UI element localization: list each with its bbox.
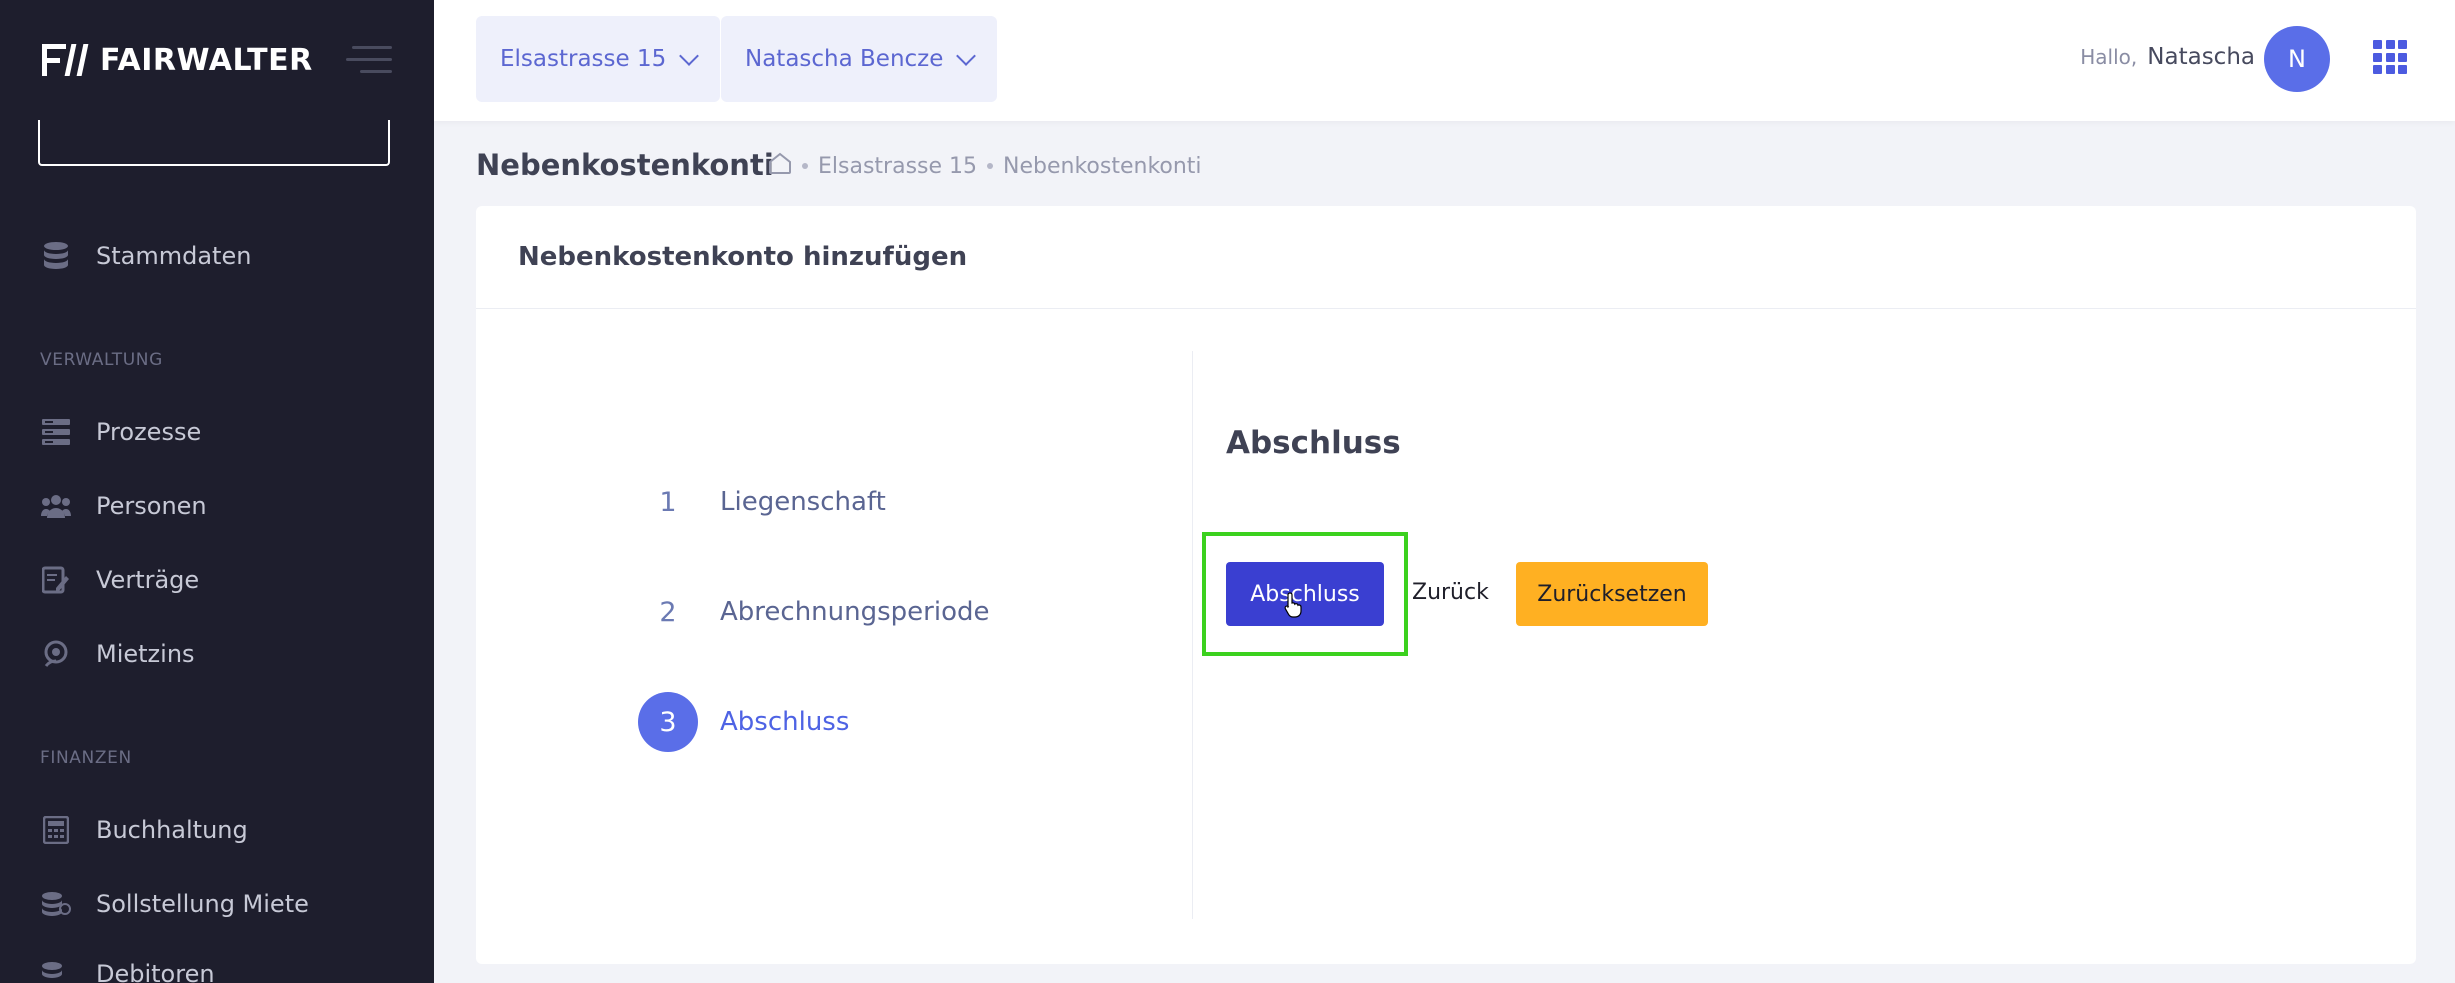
sidebar-item-label: Buchhaltung (96, 816, 248, 844)
property-select[interactable]: Elsastrasse 15 (476, 16, 721, 102)
coins-icon (40, 888, 72, 920)
property-select-label: Elsastrasse 15 (500, 46, 667, 72)
step-label: Abschluss (720, 707, 850, 737)
sidebar-item-mietzins[interactable]: Mietzins (40, 638, 195, 670)
sidebar-toggle-icon[interactable] (346, 44, 392, 76)
database-icon (40, 240, 72, 272)
wizard-step-abrechnungsperiode[interactable]: 2 Abrechnungsperiode (638, 582, 989, 642)
sidebar-item-vertraege[interactable]: Verträge (40, 564, 199, 596)
greeting-text: Hallo, (2080, 45, 2138, 69)
calculator-icon (40, 814, 72, 846)
sidebar-item-label: Verträge (96, 566, 200, 594)
top-header: Elsastrasse 15 Natascha Bencze Hallo, Na… (434, 0, 2455, 121)
sidebar-item-label: Debitoren (96, 960, 215, 983)
user-select-label: Natascha Bencze (745, 46, 944, 72)
sidebar: FAIRWALTER Stammdaten VERWALTUNG Prozess… (0, 0, 434, 983)
breadcrumb-separator (802, 163, 808, 169)
card-title: Nebenkostenkonto hinzufügen (518, 242, 968, 272)
hand-cursor-icon (1284, 592, 1304, 618)
coins-icon (40, 958, 72, 983)
sidebar-item-label: Personen (96, 492, 207, 520)
breadcrumb: Elsastrasse 15 Nebenkostenkonti (768, 152, 1202, 180)
sidebar-item-label: Sollstellung Miete (96, 890, 309, 918)
user-greeting[interactable]: Hallo, Natascha (2080, 44, 2255, 70)
submit-button[interactable]: Abschluss (1226, 562, 1384, 626)
step-label: Abrechnungsperiode (720, 597, 990, 627)
reset-button[interactable]: Zurücksetzen (1516, 562, 1708, 626)
fairwalter-logo-icon (42, 42, 92, 78)
people-icon (40, 490, 72, 522)
wizard-step-abschluss[interactable]: 3 Abschluss (638, 692, 849, 752)
brand-logo[interactable]: FAIRWALTER (42, 42, 313, 78)
user-select[interactable]: Natascha Bencze (721, 16, 998, 102)
step-label: Liegenschaft (720, 487, 886, 517)
sidebar-item-prozesse[interactable]: Prozesse (40, 416, 201, 448)
contract-icon (40, 564, 72, 596)
step-number: 2 (659, 596, 677, 628)
page-title: Nebenkostenkonti (476, 148, 774, 182)
wizard-divider (1192, 351, 1193, 919)
sidebar-item-label: Prozesse (96, 418, 202, 446)
rent-icon (40, 638, 72, 670)
avatar[interactable]: N (2264, 26, 2330, 92)
breadcrumb-item[interactable]: Nebenkostenkonti (1003, 154, 1202, 179)
home-icon[interactable] (768, 152, 792, 180)
step-number: 3 (638, 692, 698, 752)
wizard-step-liegenschaft[interactable]: 1 Liegenschaft (638, 472, 886, 532)
sidebar-section-verwaltung: VERWALTUNG (40, 350, 163, 370)
breadcrumb-separator (987, 163, 994, 169)
chevron-down-icon (956, 46, 977, 66)
sidebar-section-finanzen: FINANZEN (40, 748, 132, 768)
sidebar-item-sollstellung-miete[interactable]: Sollstellung Miete (40, 888, 309, 920)
sidebar-item-personen[interactable]: Personen (40, 490, 207, 522)
card-header: Nebenkostenkonto hinzufügen (476, 206, 2416, 309)
back-button[interactable]: Zurück (1412, 580, 1489, 605)
sidebar-item-buchhaltung[interactable]: Buchhaltung (40, 814, 248, 846)
chevron-down-icon (679, 46, 700, 66)
wizard-card: Nebenkostenkonto hinzufügen 1 Liegenscha… (476, 206, 2416, 964)
sidebar-item-debitoren[interactable]: Debitoren (40, 958, 215, 983)
step-section-title: Abschluss (1226, 425, 1401, 461)
sidebar-item-label: Stammdaten (96, 242, 252, 270)
apps-grid-icon[interactable] (2373, 40, 2407, 74)
sidebar-search-input[interactable] (38, 120, 390, 166)
sidebar-item-label: Mietzins (96, 640, 195, 668)
sidebar-item-stammdaten[interactable]: Stammdaten (40, 240, 251, 272)
breadcrumb-item[interactable]: Elsastrasse 15 (818, 154, 977, 179)
greeting-user-name: Natascha (2147, 44, 2255, 70)
brand-name: FAIRWALTER (100, 42, 313, 78)
step-number: 1 (659, 486, 677, 518)
process-icon (40, 416, 72, 448)
